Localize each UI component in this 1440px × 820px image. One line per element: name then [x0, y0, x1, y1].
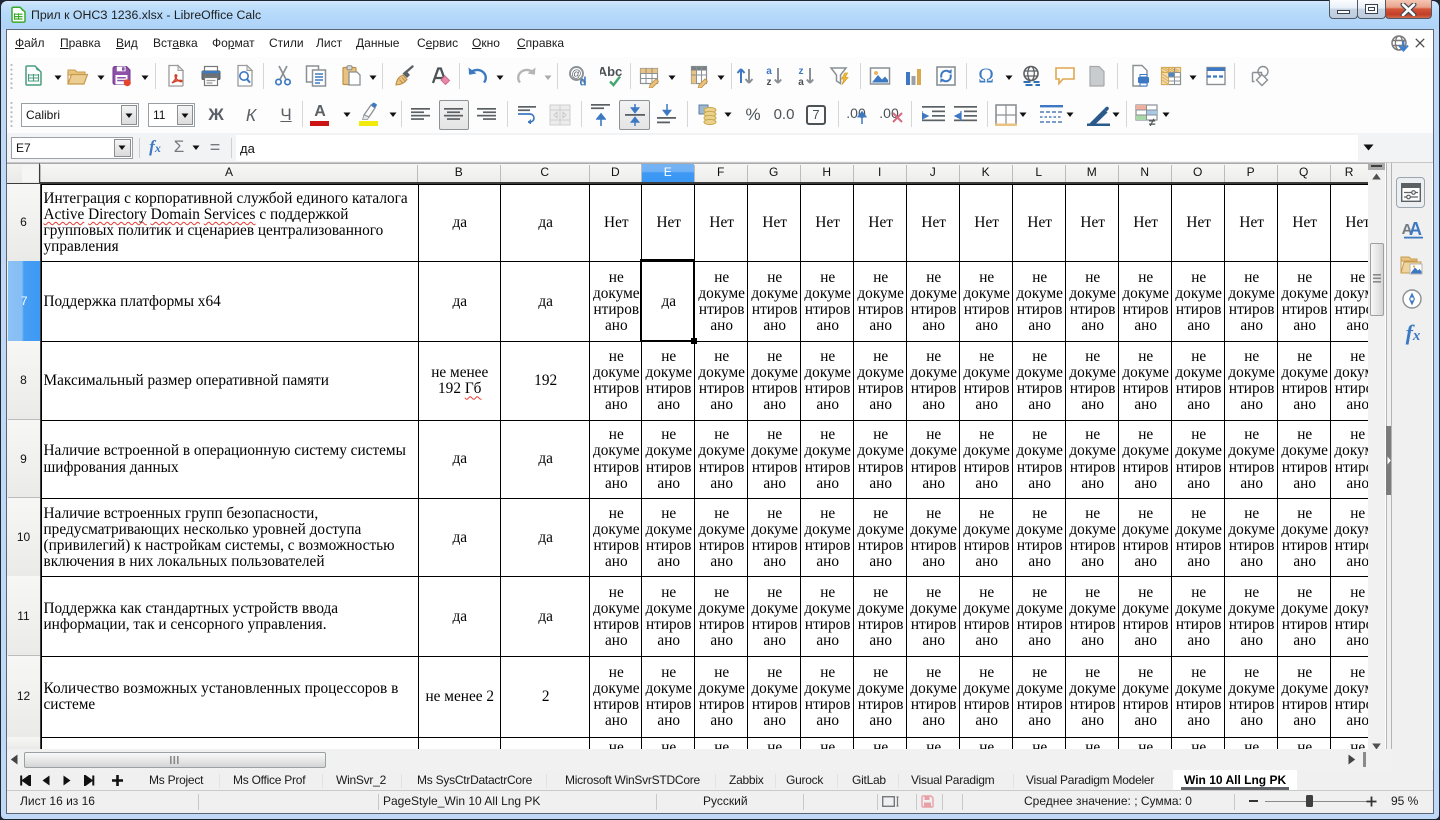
svg-text:z: z [799, 66, 804, 77]
svg-text:a: a [766, 66, 772, 77]
svg-text:z: z [767, 77, 772, 88]
svg-text:d: d [579, 77, 586, 89]
svg-text:≠: ≠ [1149, 116, 1156, 127]
svg-text:A: A [1409, 219, 1422, 239]
svg-text:Ω: Ω [978, 64, 994, 88]
svg-text:a: a [798, 77, 804, 88]
